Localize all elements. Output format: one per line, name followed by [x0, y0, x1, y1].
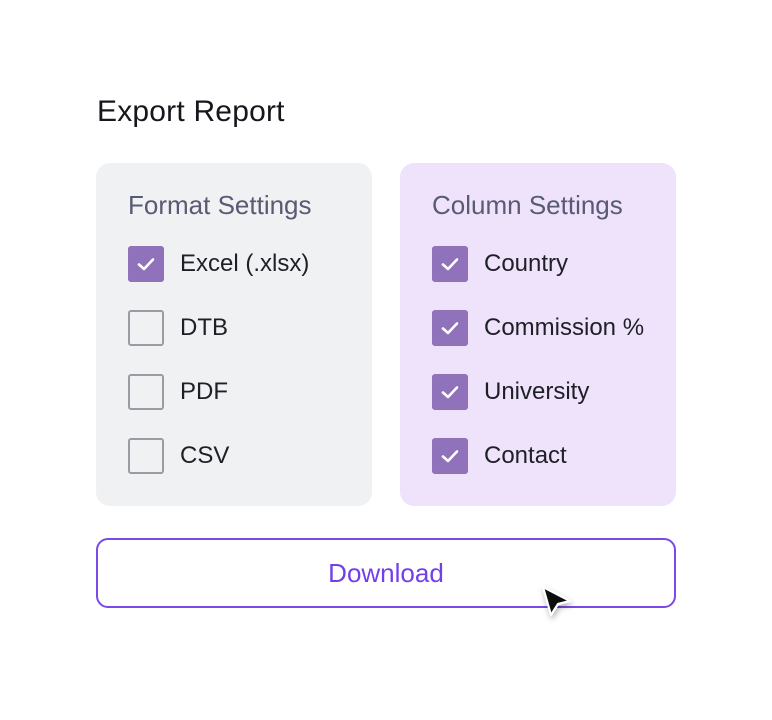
- column-option-university[interactable]: University: [432, 374, 589, 410]
- format-settings-panel: Format Settings Excel (.xlsx) DTB PDF CS…: [96, 163, 372, 506]
- column-option-country[interactable]: Country: [432, 246, 568, 282]
- format-option-label: DTB: [180, 314, 228, 341]
- column-option-commission[interactable]: Commission %: [432, 310, 644, 346]
- checkbox-checked[interactable]: [432, 246, 468, 282]
- format-option-csv[interactable]: CSV: [128, 438, 229, 474]
- checkbox-unchecked[interactable]: [128, 310, 164, 346]
- format-option-pdf[interactable]: PDF: [128, 374, 228, 410]
- column-settings-panel: Column Settings Country Commission % Uni…: [400, 163, 676, 506]
- format-option-label: Excel (.xlsx): [180, 250, 310, 277]
- column-option-label: Country: [484, 250, 569, 277]
- column-option-label: Commission %: [484, 314, 645, 341]
- column-settings-title: Column Settings: [432, 190, 623, 220]
- checkbox-unchecked[interactable]: [128, 438, 164, 474]
- checkbox-checked[interactable]: [432, 438, 468, 474]
- format-option-dtb[interactable]: DTB: [128, 310, 228, 346]
- format-option-excel[interactable]: Excel (.xlsx): [128, 246, 309, 282]
- download-button[interactable]: Download: [96, 538, 676, 608]
- check-icon: [137, 258, 155, 271]
- format-settings-title: Format Settings: [128, 190, 312, 220]
- column-option-label: Contact: [484, 442, 567, 469]
- check-icon: [441, 386, 459, 399]
- checkbox-unchecked[interactable]: [128, 374, 164, 410]
- column-option-contact[interactable]: Contact: [432, 438, 567, 474]
- checkbox-checked[interactable]: [432, 310, 468, 346]
- check-icon: [441, 258, 459, 271]
- check-icon: [441, 450, 459, 463]
- download-button-label: Download: [328, 557, 444, 588]
- format-option-label: CSV: [180, 442, 230, 469]
- check-icon: [441, 322, 459, 335]
- checkbox-checked[interactable]: [128, 246, 164, 282]
- mouse-pointer-icon: [541, 585, 572, 617]
- column-option-label: University: [484, 378, 590, 405]
- format-option-label: PDF: [180, 378, 228, 405]
- export-report-title: Export Report: [97, 95, 285, 128]
- checkbox-checked[interactable]: [432, 374, 468, 410]
